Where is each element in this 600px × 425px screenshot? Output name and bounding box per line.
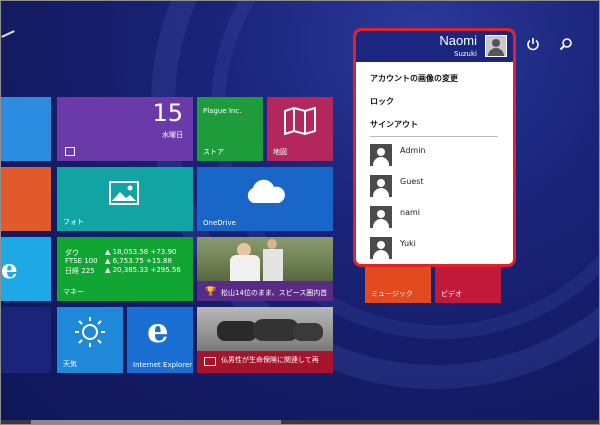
current-user-avatar [485, 35, 507, 57]
ie-logo-icon: e [1, 255, 18, 285]
calendar-date: 15 [152, 99, 183, 127]
sports-photo [197, 237, 333, 281]
partial-tile-orange[interactable] [1, 167, 51, 231]
user-switch-nami[interactable]: nami [370, 206, 500, 230]
calendar-weekday: 水曜日 [162, 131, 183, 139]
trophy-icon: 🏆 [205, 287, 217, 297]
user-avatar-icon [370, 175, 392, 197]
cloud-icon [247, 179, 285, 203]
partial-tile-ie[interactable]: e [1, 237, 51, 301]
market-name: 日経 225 [65, 267, 95, 275]
user-name: Admin [400, 146, 426, 155]
user-avatar-icon [370, 144, 392, 166]
sun-icon [75, 317, 105, 347]
user-avatar-icon [370, 237, 392, 259]
money-label: マネー [63, 288, 84, 296]
user-switch-yuki[interactable]: Yuki [370, 237, 500, 261]
market-value: ▲ 20,385.33 +295.56 [105, 266, 181, 274]
onedrive-tile[interactable]: OneDrive [197, 167, 333, 231]
photos-label: フォト [63, 218, 84, 226]
news-tile[interactable]: 仏男性が生命保険に関連して再 [197, 307, 333, 373]
onedrive-label: OneDrive [203, 219, 236, 227]
user-avatar-icon [370, 206, 392, 228]
partial-tile-dark[interactable] [1, 307, 51, 373]
news-icon [204, 357, 216, 366]
store-tile[interactable]: Plague Inc. ストア [197, 97, 263, 161]
horizontal-scrollbar[interactable] [1, 420, 599, 424]
weather-tile[interactable]: 天気 [57, 307, 123, 373]
partial-tile-blue[interactable] [1, 97, 51, 161]
change-account-picture-item[interactable]: アカウントの画像の変更 [370, 73, 458, 84]
user-last-name: Suzuki [454, 50, 477, 58]
market-value: ▲ 6,753.75 +15.88 [105, 257, 172, 265]
sign-out-item[interactable]: サインアウト [370, 119, 418, 130]
news-headline: 仏男性が生命保険に関連して再 [221, 356, 319, 364]
calendar-tile[interactable]: 15 水曜日 [57, 97, 193, 161]
calendar-icon [65, 147, 75, 156]
money-tile[interactable]: ダウ ▲ 18,053.58 +73.90 FTSE 100 ▲ 6,753.7… [57, 237, 193, 301]
sports-headline: 松山14位のまま、スピース圏内首 [221, 289, 328, 297]
start-screen: e 15 水曜日 Plague Inc. ストア 地図 フォト OneDrive… [0, 0, 600, 425]
maps-tile[interactable]: 地図 [267, 97, 333, 161]
user-name: Yuki [400, 239, 416, 248]
user-switch-admin[interactable]: Admin [370, 144, 500, 168]
game-title: Plague Inc. [203, 107, 242, 115]
maps-label: 地図 [273, 148, 287, 156]
photos-tile[interactable]: フォト [57, 167, 193, 231]
user-name: Guest [400, 177, 424, 186]
start-arrow-icon [1, 30, 15, 38]
video-label: ビデオ [441, 290, 462, 298]
menu-divider [370, 136, 498, 137]
store-label: ストア [203, 148, 224, 156]
scrollbar-thumb[interactable] [31, 420, 281, 424]
photo-icon [109, 181, 139, 205]
sports-tile[interactable]: 🏆 松山14位のまま、スピース圏内首 [197, 237, 333, 301]
ie-logo-icon: e [147, 311, 169, 351]
music-label: ミュージック [371, 290, 413, 298]
news-photo [197, 307, 333, 351]
market-value: ▲ 18,053.58 +73.90 [105, 248, 177, 256]
market-name: FTSE 100 [65, 257, 98, 265]
user-name: nami [400, 208, 420, 217]
search-icon[interactable] [557, 37, 575, 55]
user-menu-header[interactable]: Naomi Suzuki [356, 31, 513, 62]
user-switch-guest[interactable]: Guest [370, 175, 500, 199]
ie-label: Internet Explorer [133, 361, 193, 369]
weather-label: 天気 [63, 360, 77, 368]
user-first-name: Naomi [439, 33, 477, 48]
user-account-menu: Naomi Suzuki アカウントの画像の変更 ロック サインアウト Admi… [353, 28, 516, 267]
map-icon [284, 107, 316, 135]
market-list: ダウ ▲ 18,053.58 +73.90 FTSE 100 ▲ 6,753.7… [65, 248, 189, 275]
lock-item[interactable]: ロック [370, 96, 394, 107]
ie-tile[interactable]: e Internet Explorer [127, 307, 193, 373]
power-icon[interactable] [524, 37, 542, 55]
